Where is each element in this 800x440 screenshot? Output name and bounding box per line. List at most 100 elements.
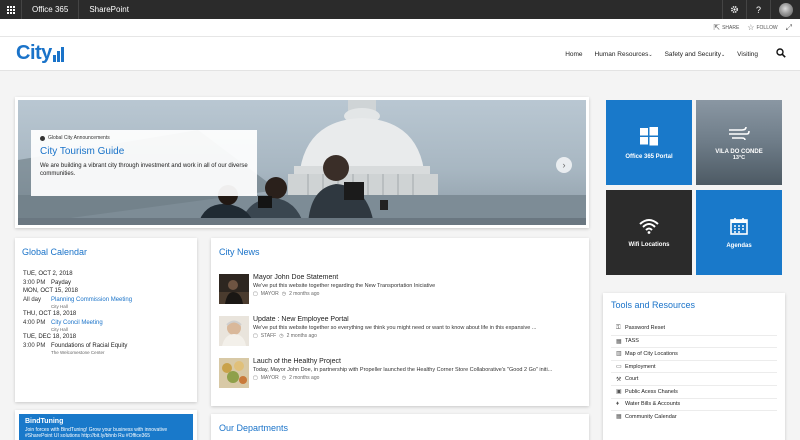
- event-title: Foundations of Racial Equity: [51, 343, 128, 349]
- tv-icon: ▣: [616, 389, 622, 396]
- news-summary: We've put this website together regardin…: [253, 283, 436, 289]
- calendar-icon: [730, 217, 748, 235]
- news-time: 2 months ago: [286, 333, 317, 339]
- calendar-day: MON, OCT 15, 2018 All day Planning Commi…: [22, 286, 190, 309]
- tool-tass[interactable]: ▦ TASS: [611, 334, 777, 348]
- event-time: 3:00 PM: [23, 280, 46, 286]
- help-icon[interactable]: ?: [746, 0, 770, 19]
- calendar-icon: ▦: [616, 338, 622, 345]
- nav-human-resources[interactable]: Human Resources⌄: [595, 51, 653, 58]
- nav-home[interactable]: Home: [565, 51, 582, 58]
- key-icon: ⚿: [616, 324, 621, 331]
- event-time: All day: [23, 297, 42, 303]
- clock-icon: ◷: [279, 333, 284, 339]
- chevron-right-icon[interactable]: ›: [556, 157, 572, 173]
- calendar-date: THU, OCT 18, 2018: [23, 311, 77, 317]
- calendar-event[interactable]: All day Planning Commission Meeting City…: [22, 297, 190, 309]
- gavel-icon: ⚒: [616, 376, 622, 383]
- event-location: The Welcomestone Center: [51, 350, 105, 355]
- calendar-day: THU, OCT 18, 2018 4:00 PM City Concil Me…: [22, 309, 190, 332]
- tool-map[interactable]: ▥ Map of City Locations: [611, 347, 777, 360]
- suite-link-sharepoint[interactable]: SharePoint: [79, 0, 139, 19]
- bindtuning-panel[interactable]: BindTuning Join forces with BindTuning! …: [19, 414, 193, 440]
- news-list: Mayor John Doe Statement We've put this …: [219, 274, 581, 400]
- gear-icon[interactable]: [722, 0, 746, 19]
- tile-agendas[interactable]: Agendas: [696, 190, 782, 275]
- calendar-event[interactable]: 3:00 PM Foundations of Racial Equity The…: [22, 343, 190, 355]
- news-time: 2 months ago: [289, 375, 320, 381]
- site-header: City Home Human Resources⌄ Safety and Se…: [0, 37, 800, 71]
- calendar-day: TUE, OCT 2, 2018 3:00 PM Payday: [22, 269, 190, 286]
- news-summary: We've put this website together so every…: [253, 325, 537, 331]
- news-headline[interactable]: Lauch of the Healthy Project: [253, 358, 581, 365]
- bindtuning-title: BindTuning: [25, 418, 64, 425]
- clock-icon: ◷: [281, 375, 287, 381]
- tag-icon: ▢: [253, 333, 258, 339]
- bindtuning-feed: BindTuning Join forces with BindTuning! …: [15, 410, 197, 440]
- tool-employment[interactable]: ▭ Employment: [611, 359, 777, 373]
- bindtuning-text: Join forces with BindTuning! Grow your b…: [25, 427, 168, 439]
- hero-description: We are building a vibrant city through i…: [40, 163, 248, 177]
- nav-safety-security[interactable]: Safety and Security⌄: [665, 51, 726, 58]
- nav-visiting[interactable]: Visiting: [737, 51, 758, 58]
- drop-icon: ♦: [616, 401, 620, 408]
- tool-label: Employment: [625, 363, 656, 370]
- event-title[interactable]: City Concil Meeting: [51, 320, 103, 326]
- news-summary: Today, Mayor John Doe, in partnership wi…: [253, 367, 553, 373]
- news-item[interactable]: Lauch of the Healthy Project Today, Mayo…: [219, 358, 581, 400]
- news-item[interactable]: Update : New Employee Portal We've put t…: [219, 316, 581, 358]
- calendar-event[interactable]: 4:00 PM City Concil Meeting City Hall: [22, 320, 190, 332]
- tools-title: Tools and Resources: [611, 300, 696, 310]
- tool-label: TASS: [625, 338, 639, 345]
- tile-temperature: 13°C: [732, 154, 746, 161]
- hero-image[interactable]: Global City Announcements City Tourism G…: [18, 100, 586, 225]
- top-navigation: Home Human Resources⌄ Safety and Securit…: [553, 37, 786, 71]
- news-thumbnail: [219, 316, 249, 346]
- hero-title[interactable]: City Tourism Guide: [40, 146, 248, 157]
- tile-wifi-locations[interactable]: Wifi Locations: [606, 190, 692, 275]
- news-headline[interactable]: Mayor John Doe Statement: [253, 274, 581, 281]
- news-headline[interactable]: Update : New Employee Portal: [253, 316, 581, 323]
- tile-label: Agendas: [726, 242, 752, 249]
- news-tag: STAFF: [260, 333, 277, 339]
- tool-water-bills[interactable]: ♦ Water Bills & Accounts: [611, 397, 777, 411]
- hero-category: Global City Announcements: [40, 135, 248, 141]
- star-icon: ☆: [747, 23, 755, 32]
- tools-list: ⚿ Password Reset ▦ TASS ▥ Map of City Locat…: [611, 322, 777, 423]
- hero-caption[interactable]: Global City Announcements City Tourism G…: [31, 130, 257, 196]
- event-title: Payday: [51, 280, 72, 286]
- news-title: City News: [219, 247, 260, 257]
- tools-and-resources: Tools and Resources ⚿ Password Reset ▦ TAS…: [603, 293, 785, 440]
- calendar-icon: ▦: [616, 414, 622, 421]
- tool-label: Court: [625, 376, 639, 383]
- focus-icon: ⤢: [785, 22, 792, 32]
- logo-bars-icon: [52, 47, 64, 62]
- page-actions: ⇱ SHARE ☆ FOLLOW ⤢: [0, 19, 800, 37]
- news-thumbnail: [219, 274, 249, 304]
- calendar-date: TUE, OCT 2, 2018: [23, 271, 73, 277]
- city-news: City News Mayor John Doe Statement We've…: [211, 238, 589, 406]
- tool-password-reset[interactable]: ⚿ Password Reset: [611, 322, 777, 335]
- site-logo[interactable]: City: [16, 42, 64, 64]
- tag-icon: ▢: [253, 375, 258, 381]
- tile-weather[interactable]: VILA DO CONDE 13°C: [696, 100, 782, 185]
- news-item[interactable]: Mayor John Doe Statement We've put this …: [219, 274, 581, 316]
- follow-button[interactable]: ☆ FOLLOW: [747, 23, 777, 32]
- tool-community-calendar[interactable]: ▦ Community Calendar: [611, 410, 777, 423]
- tool-label: Water Bills & Accounts: [625, 401, 681, 408]
- tool-public-access[interactable]: ▣ Public Acess Chanels: [611, 384, 777, 398]
- logo-text: City: [16, 42, 52, 64]
- search-icon[interactable]: [776, 47, 786, 61]
- tool-court[interactable]: ⚒ Court: [611, 372, 777, 385]
- id-card-icon: ▭: [616, 364, 622, 371]
- suite-link-office365[interactable]: Office 365: [22, 0, 80, 19]
- global-calendar: Global Calendar TUE, OCT 2, 2018 3:00 PM…: [15, 238, 197, 402]
- waffle-icon[interactable]: [0, 0, 22, 19]
- calendar-list: TUE, OCT 2, 2018 3:00 PM Payday MON, OCT…: [22, 269, 190, 355]
- calendar-date: TUE, DEC 18, 2018: [23, 334, 77, 340]
- focus-button[interactable]: ⤢: [786, 23, 792, 33]
- avatar[interactable]: [770, 0, 800, 19]
- event-title[interactable]: Planning Commission Meeting: [51, 297, 132, 303]
- share-button[interactable]: ⇱ SHARE: [713, 23, 739, 32]
- tile-office365-portal[interactable]: Office 365 Portal: [606, 100, 692, 185]
